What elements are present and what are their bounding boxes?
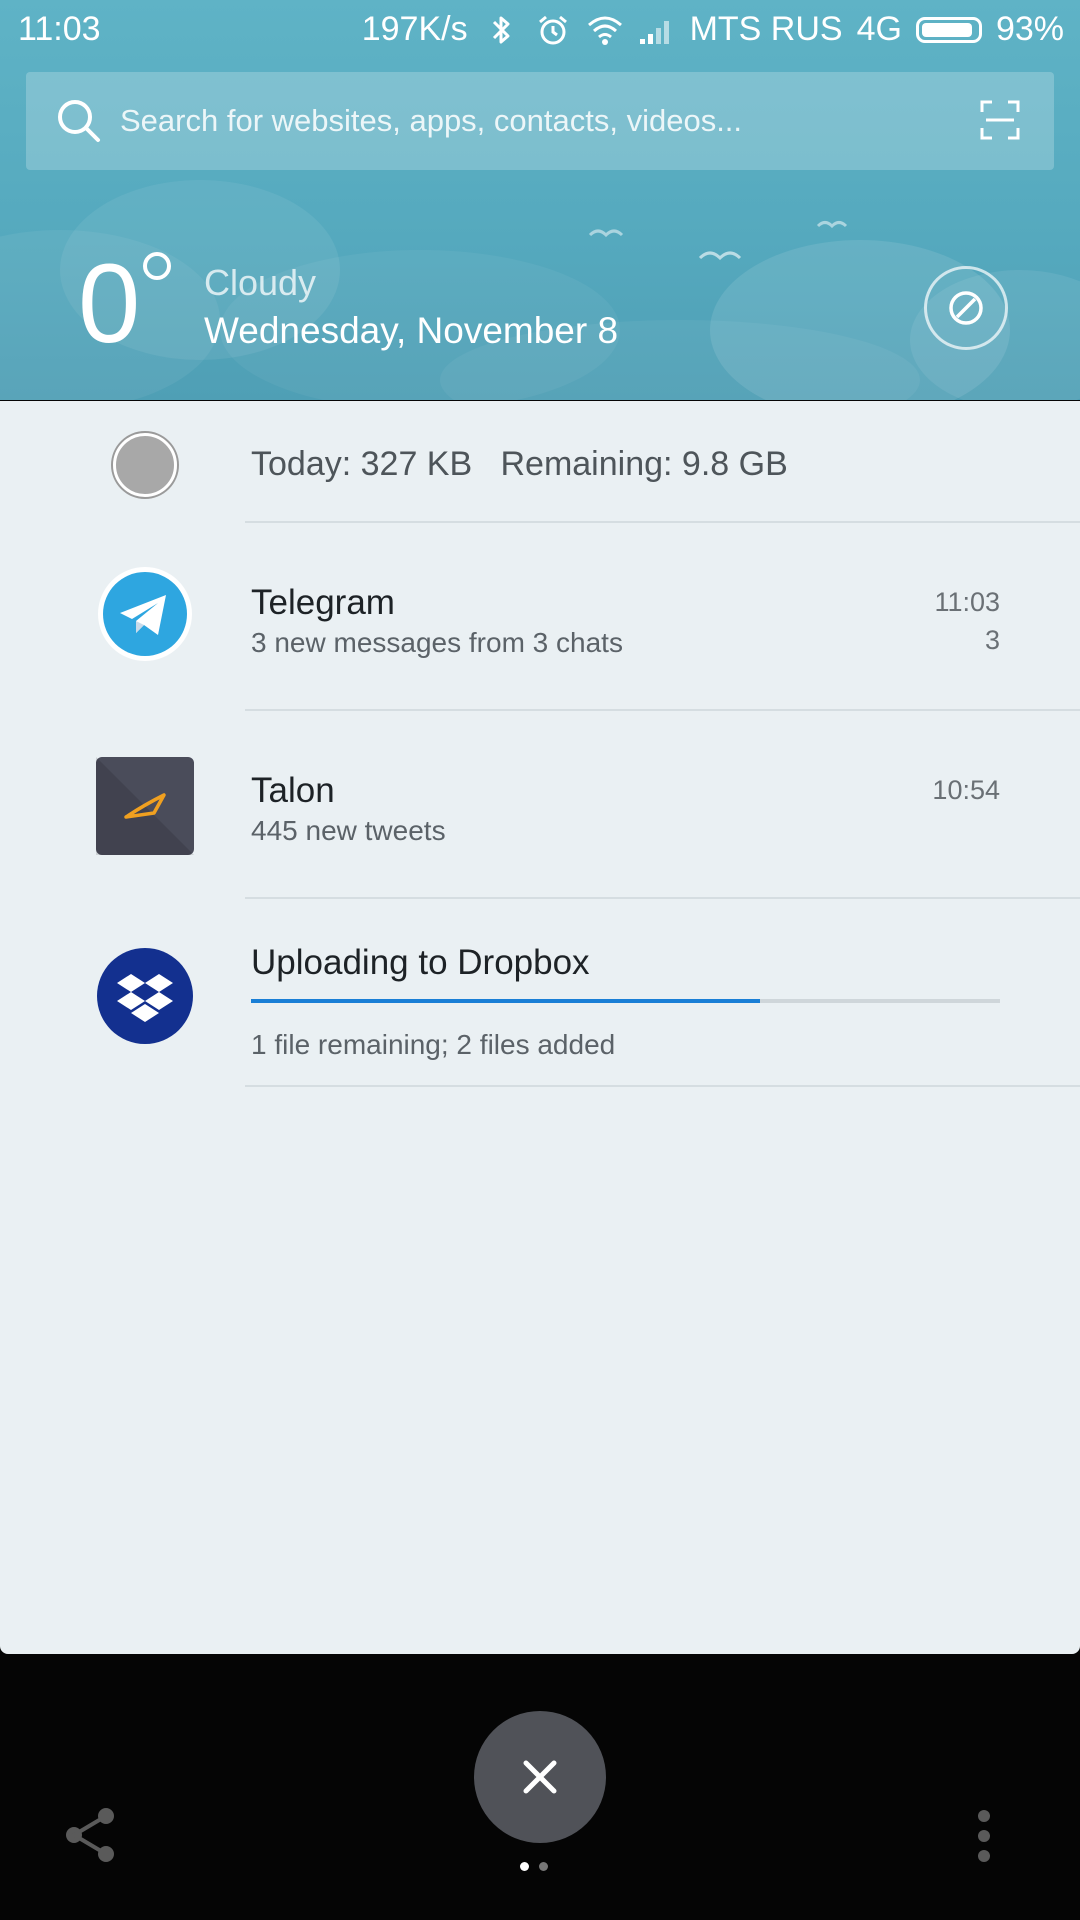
notification-title: Telegram (251, 583, 395, 622)
wifi-icon (586, 11, 624, 49)
notification-count: 3 (984, 625, 1000, 655)
data-usage-row[interactable]: Today: 327 KB Remaining: 9.8 GB (0, 401, 1080, 523)
alarm-icon (534, 11, 572, 49)
data-usage-text: Today: 327 KB Remaining: 9.8 GB (251, 445, 788, 483)
weather-settings-button[interactable] (924, 266, 1008, 350)
search-placeholder: Search for websites, apps, contacts, vid… (120, 103, 743, 138)
weather-settings-icon (949, 291, 983, 325)
page-indicator (520, 1862, 548, 1871)
status-bar: 11:03 197K/s MTS RUS 4G 93% (0, 0, 1080, 60)
telegram-icon (98, 567, 192, 661)
notification-text: 1 file remaining; 2 files added (251, 1029, 616, 1060)
notification-dropbox[interactable]: Uploading to Dropbox 1 file remaining; 2… (0, 899, 1080, 1087)
page-dot (539, 1862, 548, 1871)
notification-text: 3 new messages from 3 chats (251, 627, 623, 658)
degree-symbol (143, 252, 171, 280)
dropbox-icon (97, 948, 193, 1044)
status-icons: 197K/s MTS RUS 4G 93% (362, 10, 1064, 49)
signal-icon (638, 11, 676, 49)
status-time: 11:03 (18, 10, 101, 48)
scan-icon[interactable] (980, 100, 1020, 140)
close-button[interactable] (474, 1711, 606, 1843)
battery-icon (915, 16, 982, 43)
close-icon (523, 1760, 557, 1794)
search-icon (58, 100, 100, 142)
notification-title: Uploading to Dropbox (251, 943, 590, 982)
talon-icon (96, 757, 194, 855)
search-bar[interactable]: Search for websites, apps, contacts, vid… (26, 72, 1054, 170)
weather-date: Wednesday, November 8 (204, 310, 619, 351)
more-icon[interactable] (974, 1808, 994, 1864)
notification-telegram[interactable]: Telegram 3 new messages from 3 chats 11:… (0, 523, 1080, 711)
notification-panel: Today: 327 KB Remaining: 9.8 GB Telegram… (0, 401, 1080, 1654)
notification-title: Talon (251, 771, 335, 810)
weather-header: 11:03 197K/s MTS RUS 4G 93% Search for w… (0, 0, 1080, 400)
share-icon[interactable] (60, 1804, 122, 1866)
battery-percent: 93% (995, 10, 1064, 48)
carrier-name: MTS RUS (689, 10, 843, 48)
notification-text: 445 new tweets (251, 815, 446, 846)
notification-time: 10:54 (932, 775, 1000, 805)
divider (245, 1085, 1080, 1087)
network-speed: 197K/s (361, 10, 468, 48)
page-dot-active (520, 1862, 529, 1871)
temperature: 0 (78, 241, 141, 366)
notification-talon[interactable]: Talon 445 new tweets 10:54 (0, 711, 1080, 899)
data-usage-indicator (113, 433, 177, 497)
weather-condition: Cloudy (204, 262, 317, 303)
upload-progress-bar (251, 999, 1000, 1003)
notification-time: 11:03 (934, 587, 1000, 617)
network-type: 4G (856, 10, 902, 48)
bluetooth-icon (482, 11, 520, 49)
upload-progress-fill (251, 999, 761, 1003)
